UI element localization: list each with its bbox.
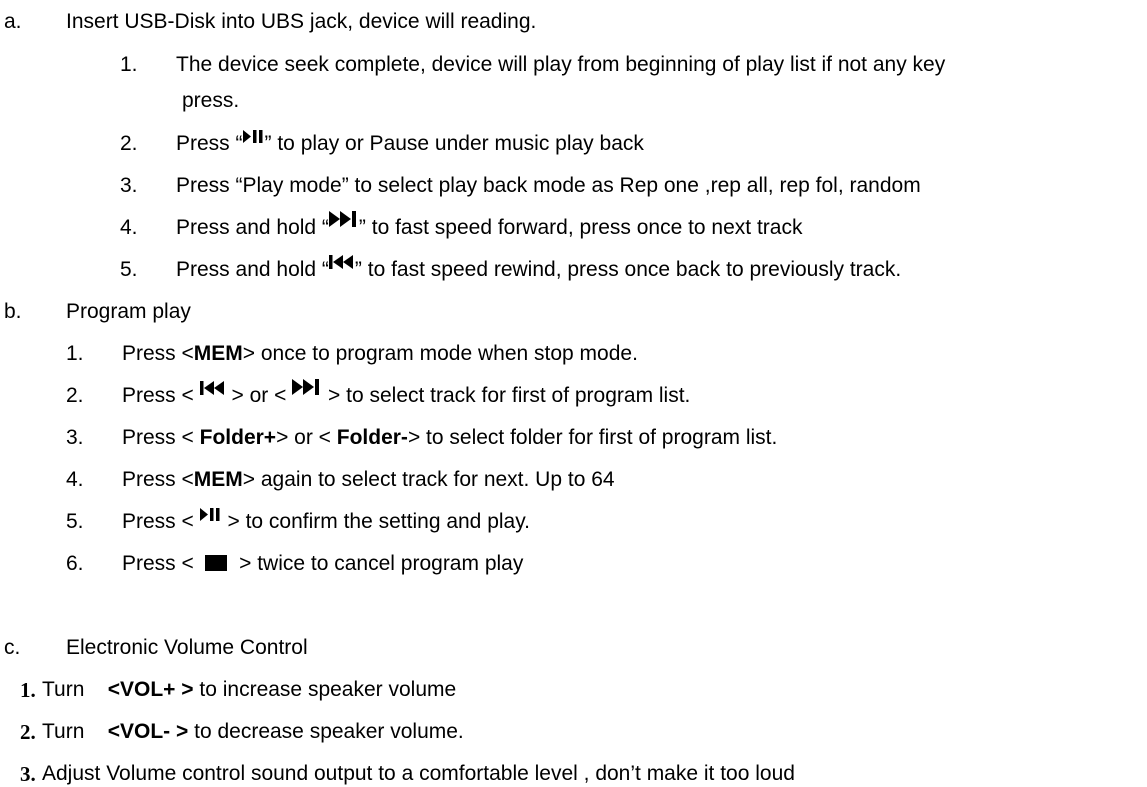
section-c-heading: c. Electronic Volume Control: [4, 636, 308, 660]
item-number: 5.: [120, 258, 138, 281]
item-text: Turn <VOL+ > to increase speaker volume: [42, 678, 457, 701]
section-b-marker: b.: [4, 300, 22, 323]
item-text: Press < Folder+> or < Folder-> to select…: [122, 426, 778, 449]
item-number: 3.: [120, 174, 138, 197]
item-number: 1.: [66, 342, 84, 365]
section-c-marker: c.: [4, 636, 21, 659]
list-item: 3. Adjust Volume control sound output to…: [20, 762, 795, 787]
section-a-title: Insert USB-Disk into UBS jack, device wi…: [66, 10, 537, 33]
item-number: 5.: [66, 510, 84, 533]
item-text: press.: [182, 89, 240, 112]
list-item-continuation: press.: [182, 89, 239, 113]
item-text: Press <MEM> again to select track for ne…: [122, 468, 615, 491]
item-text: Turn <VOL- > to decrease speaker volume.: [42, 720, 464, 743]
list-item: 5. Press and hold “” to fast speed rewin…: [120, 255, 901, 282]
item-number: 2.: [120, 132, 138, 155]
item-number: 2.: [20, 720, 36, 744]
section-b-heading: b. Program play: [4, 300, 191, 324]
list-item: 2. Turn <VOL- > to decrease speaker volu…: [20, 720, 464, 745]
stop-icon: [205, 555, 228, 571]
next-track-icon: [328, 211, 356, 227]
list-item: 1. Turn <VOL+ > to increase speaker volu…: [20, 678, 456, 703]
item-text: Adjust Volume control sound output to a …: [42, 762, 795, 785]
item-text: Press <MEM> once to program mode when st…: [122, 342, 638, 365]
item-number: 3.: [66, 426, 84, 449]
section-b-title: Program play: [66, 300, 191, 323]
section-c-title: Electronic Volume Control: [66, 636, 308, 659]
item-number: 4.: [66, 468, 84, 491]
list-item: 3. Press < Folder+> or < Folder-> to sel…: [66, 426, 777, 450]
list-item: 4. Press and hold “” to fast speed forwa…: [120, 211, 802, 240]
previous-track-icon: [328, 255, 353, 269]
item-text: The device seek complete, device will pl…: [176, 53, 946, 76]
list-item: 2. Press < > or < > to select track for …: [66, 379, 690, 408]
list-item: 6. Press < > twice to cancel program pla…: [66, 552, 523, 576]
item-number: 1.: [20, 678, 36, 702]
item-number: 1.: [120, 53, 138, 76]
previous-track-icon: [199, 381, 224, 395]
play-pause-icon: [199, 508, 220, 521]
list-item: 4. Press <MEM> again to select track for…: [66, 468, 615, 492]
section-a-marker: a.: [4, 10, 22, 33]
item-number: 4.: [120, 216, 138, 239]
item-text: Press and hold “” to fast speed rewind, …: [176, 255, 901, 282]
list-item: 5. Press < > to confirm the setting and …: [66, 508, 530, 534]
item-text: Press < > or < > to select track for fir…: [122, 379, 690, 408]
item-number: 2.: [66, 384, 84, 407]
item-text: Press “Play mode” to select play back mo…: [176, 174, 921, 197]
item-number: 6.: [66, 552, 84, 575]
item-number: 3.: [20, 762, 36, 786]
section-a-heading: a. Insert USB-Disk into UBS jack, device…: [4, 10, 536, 34]
item-text: Press and hold “” to fast speed forward,…: [176, 211, 802, 240]
item-text: Press “” to play or Pause under music pl…: [176, 130, 644, 155]
list-item: 3. Press “Play mode” to select play back…: [120, 174, 921, 198]
list-item: 2. Press “” to play or Pause under music…: [120, 130, 644, 156]
list-item: 1. Press <MEM> once to program mode when…: [66, 342, 638, 366]
item-text: Press < > to confirm the setting and pla…: [122, 508, 530, 533]
next-track-icon: [292, 379, 320, 395]
item-text: Press < > twice to cancel program play: [122, 552, 524, 575]
list-item: 1. The device seek complete, device will…: [120, 53, 945, 77]
play-pause-icon: [242, 130, 263, 143]
